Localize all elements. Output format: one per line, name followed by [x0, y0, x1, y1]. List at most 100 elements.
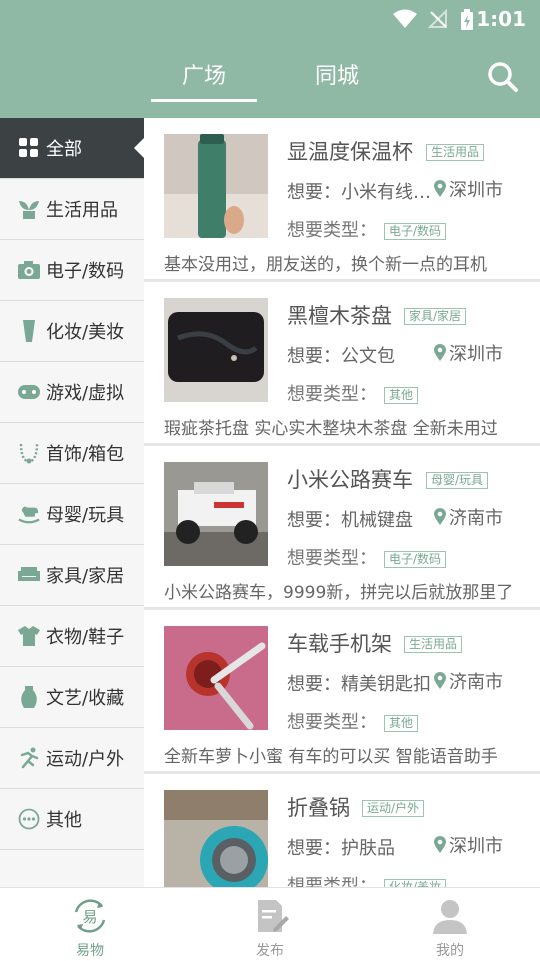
- cup-icon: [18, 320, 40, 342]
- sidebar-item-label: 电子/数码: [46, 261, 125, 282]
- category-tag: 运动/户外: [362, 800, 425, 817]
- category-tag: 生活用品: [426, 144, 485, 161]
- sidebar-item-arts-collection[interactable]: 文艺/收藏: [0, 667, 144, 728]
- want-value: 护肤品: [341, 838, 395, 859]
- location: 济南市: [434, 668, 503, 694]
- item-thumbnail[interactable]: [164, 626, 268, 730]
- item-thumbnail[interactable]: [164, 298, 268, 402]
- nav-label: 发布: [256, 943, 284, 959]
- item-description: 全新车萝卜小蜜 有车的可以买 智能语音助手: [164, 747, 498, 767]
- city: 深圳市: [449, 180, 503, 201]
- sidebar-item-furniture[interactable]: 家具/家居: [0, 545, 144, 606]
- gamepad-icon: [18, 381, 40, 403]
- tab-same-city[interactable]: 同城: [282, 58, 392, 90]
- want-type-label: 想要类型：: [287, 876, 377, 888]
- want-type-label: 想要类型：: [287, 384, 377, 405]
- sidebar-item-electronics[interactable]: 电子/数码: [0, 240, 144, 301]
- nav-label: 易物: [76, 943, 104, 959]
- nav-barter[interactable]: 易 易物: [30, 888, 150, 961]
- want-type-tag: 其他: [384, 387, 419, 404]
- list-item[interactable]: 黑檀木茶盘 家具/家居 想要：公文包 深圳市 想要类型： 其他 瑕疵茶托盘 实心…: [144, 282, 540, 446]
- item-description: 小米公路赛车，9999新，拼完以后就放那里了: [164, 583, 514, 603]
- rocking-horse-icon: [18, 503, 40, 525]
- item-title: 车载手机架: [287, 632, 392, 656]
- necklace-icon: [18, 442, 40, 464]
- want-type-label: 想要类型：: [287, 220, 377, 241]
- more-icon: [18, 808, 40, 830]
- sidebar-item-baby-toys[interactable]: 母婴/玩具: [0, 484, 144, 545]
- city: 济南市: [449, 508, 503, 529]
- sidebar-item-games[interactable]: 游戏/虚拟: [0, 362, 144, 423]
- sidebar-item-label: 首饰/箱包: [46, 444, 125, 465]
- want-value: 小米有线耳机: [341, 182, 432, 203]
- list-item[interactable]: 显温度保温杯 生活用品 想要：小米有线耳机 深圳市 想要类型： 电子/数码 基本…: [144, 118, 540, 282]
- location-pin-icon: [434, 344, 446, 361]
- no-signal-icon: [428, 9, 447, 28]
- category-tag: 家具/家居: [404, 308, 467, 325]
- item-thumbnail[interactable]: [164, 462, 268, 566]
- city: 济南市: [449, 672, 503, 693]
- location-pin-icon: [434, 508, 446, 525]
- person-icon: [433, 900, 467, 934]
- item-title: 黑檀木茶盘: [287, 304, 392, 328]
- sidebar-item-label: 文艺/收藏: [46, 688, 125, 709]
- tab-square[interactable]: 广场: [151, 58, 257, 90]
- category-tag: 生活用品: [404, 636, 463, 653]
- plant-icon: [18, 198, 40, 220]
- want-type-tag: 电子/数码: [384, 551, 447, 568]
- city: 深圳市: [449, 836, 503, 857]
- want-type-label: 想要类型：: [287, 712, 377, 733]
- item-thumbnail[interactable]: [164, 134, 268, 238]
- nav-publish[interactable]: 发布: [210, 888, 330, 961]
- list-item[interactable]: 车载手机架 生活用品 想要：精美钥匙扣 济南市 想要类型： 其他 全新车萝卜小蜜…: [144, 610, 540, 774]
- want-type-tag: 其他: [384, 715, 419, 732]
- sidebar-item-all[interactable]: 全部: [0, 118, 144, 179]
- grid-icon: [18, 137, 40, 159]
- location: 深圳市: [434, 340, 503, 366]
- sidebar-item-other[interactable]: 其他: [0, 789, 144, 850]
- location: 深圳市: [434, 176, 503, 202]
- item-list: 显温度保温杯 生活用品 想要：小米有线耳机 深圳市 想要类型： 电子/数码 基本…: [144, 118, 540, 888]
- sidebar-item-label: 衣物/鞋子: [46, 627, 125, 648]
- sidebar-item-label: 其他: [46, 810, 82, 831]
- vase-icon: [18, 686, 40, 708]
- category-tag: 母婴/玩具: [426, 472, 489, 489]
- sidebar-item-clothing[interactable]: 衣物/鞋子: [0, 606, 144, 667]
- location: 济南市: [434, 504, 503, 530]
- sidebar-item-sports-outdoor[interactable]: 运动/户外: [0, 728, 144, 789]
- sidebar-item-label: 家具/家居: [46, 566, 125, 587]
- wifi-icon: [393, 9, 417, 28]
- want-text: 想要：小米有线耳机: [287, 178, 432, 204]
- search-icon[interactable]: [486, 60, 520, 94]
- sidebar-item-label: 运动/户外: [46, 749, 125, 770]
- list-item[interactable]: 小米公路赛车 母婴/玩具 想要：机械键盘 济南市 想要类型： 电子/数码 小米公…: [144, 446, 540, 610]
- battery-charging-icon: [461, 9, 473, 30]
- camera-icon: [18, 259, 40, 281]
- nav-label: 我的: [436, 943, 464, 959]
- want-text: 想要：精美钥匙扣: [287, 674, 431, 695]
- want-type-label: 想要类型：: [287, 548, 377, 569]
- status-time: 1:01: [476, 7, 526, 31]
- item-title: 折叠锅: [287, 796, 350, 820]
- shirt-icon: [18, 625, 40, 647]
- sidebar-item-label: 全部: [46, 139, 82, 160]
- sidebar-item-cosmetics[interactable]: 化妆/美妆: [0, 301, 144, 362]
- category-sidebar: 全部 生活用品 电子/数码 化妆/美妆 游戏/虚拟 首饰/箱包 母婴/玩具 家具…: [0, 118, 144, 888]
- sidebar-item-daily-goods[interactable]: 生活用品: [0, 179, 144, 240]
- list-item[interactable]: 折叠锅 运动/户外 想要：护肤品 深圳市 想要类型： 化妆/美妆: [144, 774, 540, 888]
- runner-icon: [18, 747, 40, 769]
- status-bar: 1:01: [0, 0, 540, 38]
- location-pin-icon: [434, 180, 446, 197]
- want-type-tag: 电子/数码: [384, 223, 447, 240]
- location-pin-icon: [434, 836, 446, 853]
- item-description: 瑕疵茶托盘 实心实木整块木茶盘 全新未用过: [164, 419, 498, 439]
- sidebar-item-jewelry[interactable]: 首饰/箱包: [0, 423, 144, 484]
- want-value: 精美钥匙扣: [341, 674, 431, 695]
- location: 深圳市: [434, 832, 503, 858]
- nav-mine[interactable]: 我的: [390, 888, 510, 961]
- want-value: 机械键盘: [341, 510, 413, 531]
- item-thumbnail[interactable]: [164, 790, 268, 888]
- top-header: 1:01 广场 同城: [0, 0, 540, 118]
- edit-doc-icon: [258, 900, 289, 932]
- sidebar-item-label: 生活用品: [46, 200, 118, 221]
